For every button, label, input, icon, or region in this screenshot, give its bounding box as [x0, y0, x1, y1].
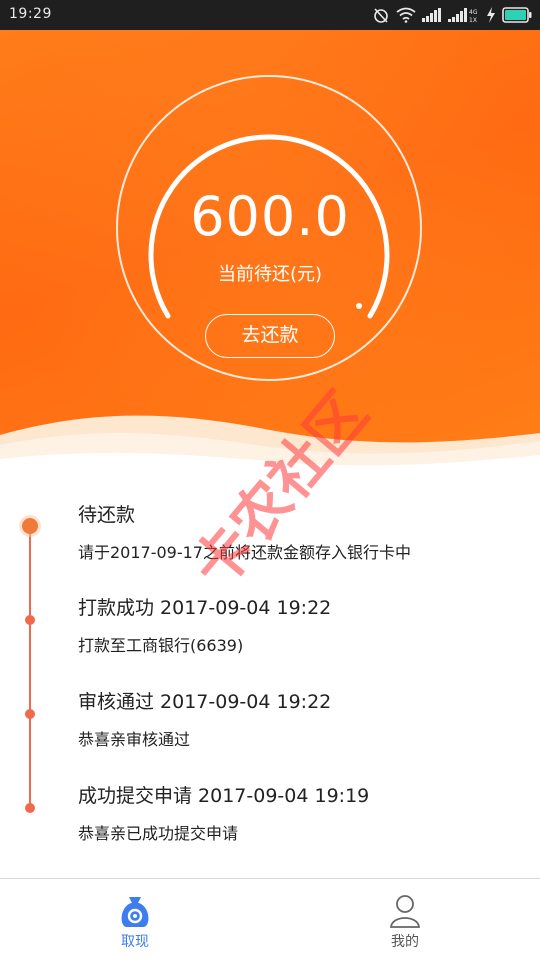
charging-icon	[487, 7, 495, 23]
status-bar: 19:29 4G 1X	[0, 0, 540, 30]
timeline-item: 待还款 请于2017-09-17之前将还款金额存入银行卡中	[78, 500, 411, 563]
tab-withdraw-label: 取现	[121, 934, 149, 950]
tab-withdraw[interactable]: 取现	[75, 879, 195, 961]
timeline-dot	[25, 615, 35, 625]
alarm-off-icon	[374, 8, 388, 23]
wifi-icon	[396, 7, 416, 23]
battery-icon	[502, 7, 532, 23]
amount-due: 600.0	[190, 185, 350, 248]
timeline-dot	[25, 803, 35, 813]
timeline-desc: 请于2017-09-17之前将还款金额存入银行卡中	[78, 543, 411, 562]
svg-text:1X: 1X	[469, 17, 477, 23]
timeline-desc: 打款至工商银行(6639)	[78, 636, 244, 655]
timeline-item: 审核通过 2017-09-04 19:22 恭喜亲审核通过	[78, 687, 331, 750]
signal-4g-icon: 4G 1X	[448, 8, 478, 23]
money-bag-icon	[121, 897, 149, 927]
tab-mine-label: 我的	[391, 934, 419, 950]
timeline-title: 待还款	[78, 504, 136, 526]
amount-due-label: 当前待还(元)	[217, 264, 323, 285]
timeline-title: 审核通过 2017-09-04 19:22	[78, 691, 332, 713]
user-icon	[390, 895, 420, 928]
bottom-tab-bar: 取现 我的	[0, 878, 540, 961]
timeline-item: 打款成功 2017-09-04 19:22 打款至工商银行(6639)	[78, 593, 331, 656]
timeline-desc: 恭喜亲审核通过	[78, 730, 191, 749]
timeline-title: 打款成功 2017-09-04 19:22	[78, 597, 332, 619]
progress-timeline: 待还款 请于2017-09-17之前将还款金额存入银行卡中 打款成功 2017-…	[0, 470, 540, 878]
timeline-dot	[25, 709, 35, 719]
svg-text:4G: 4G	[469, 9, 478, 16]
repay-button[interactable]: 去还款	[205, 314, 335, 358]
wave-divider	[0, 415, 540, 475]
tab-mine[interactable]: 我的	[345, 879, 465, 961]
timeline-line	[29, 528, 31, 810]
timeline-dot-current	[22, 518, 38, 534]
timeline-title: 成功提交申请 2017-09-04 19:19	[78, 785, 370, 807]
timeline-desc: 恭喜亲已成功提交申请	[78, 824, 239, 843]
timeline-item: 成功提交申请 2017-09-04 19:19 恭喜亲已成功提交申请	[78, 781, 369, 844]
signal-icon	[422, 8, 441, 22]
status-time: 19:29	[9, 6, 52, 22]
status-icons: 4G 1X	[372, 5, 532, 25]
